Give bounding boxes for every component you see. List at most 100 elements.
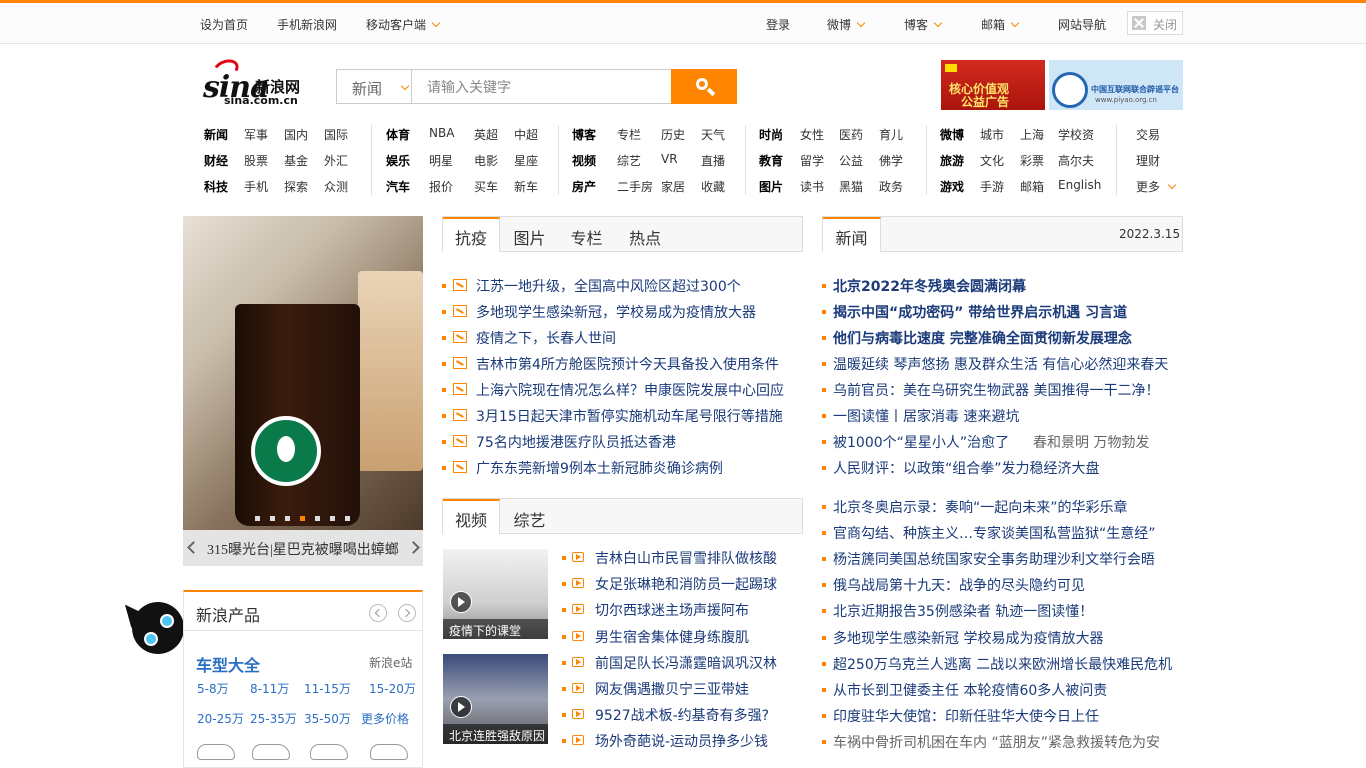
carousel-dot[interactable] — [285, 516, 290, 521]
mail-menu[interactable]: 邮箱 — [981, 16, 1020, 33]
news-link[interactable]: 北京冬奥启示录：奏响“一起向未来”的华彩乐章 — [833, 497, 1128, 517]
nav-link[interactable]: 学校资 — [1058, 126, 1094, 143]
video-link[interactable]: 9527战术板-约基奇有多强? — [595, 705, 769, 725]
nav-link[interactable]: 国内 — [284, 126, 308, 143]
nav-link[interactable]: 二手房 — [617, 178, 653, 195]
car-icon[interactable] — [310, 744, 348, 760]
nav-link[interactable]: 综艺 — [617, 152, 641, 169]
close-button[interactable]: 关闭 — [1127, 11, 1183, 35]
nav-link[interactable]: 新车 — [514, 178, 538, 195]
news-link[interactable]: 俄乌战局第十九天：战争的尽头隐约可见 — [833, 575, 1085, 595]
nav-link[interactable]: 汽车 — [386, 178, 410, 195]
nav-link[interactable]: 科技 — [204, 178, 228, 195]
nav-link[interactable]: 探索 — [284, 178, 308, 195]
car-icon[interactable] — [197, 744, 235, 760]
nav-link[interactable]: 邮箱 — [1020, 178, 1044, 195]
news-link-extra[interactable]: 春和景明 万物勃发 — [1033, 432, 1149, 452]
price-link[interactable]: 25-35万 — [250, 710, 297, 727]
news-link[interactable]: 印度驻华大使馆：印新任驻华大使今日上任 — [833, 706, 1099, 726]
nav-link[interactable]: 医药 — [839, 126, 863, 143]
news-link[interactable]: 江苏一地升级，全国高中风险区超过300个 — [476, 276, 741, 296]
tab-2[interactable]: 专栏 — [558, 217, 615, 252]
e-station-link[interactable]: 新浪e站 — [369, 654, 412, 671]
nav-link[interactable]: 英超 — [474, 126, 498, 143]
nav-link[interactable]: NBA — [429, 126, 454, 140]
news-link[interactable]: 人民财评：以政策“组合拳”发力稳经济大盘 — [833, 458, 1100, 478]
ad-core-values[interactable]: 核心价值观 公益广告 — [941, 60, 1045, 110]
nav-link[interactable]: 房产 — [572, 178, 596, 195]
car-icon[interactable] — [252, 744, 290, 760]
carousel-image[interactable] — [183, 216, 423, 530]
news-link[interactable]: 3月15日起天津市暂停实施机动车尾号限行等措施 — [476, 406, 783, 426]
prev-button[interactable] — [369, 604, 387, 622]
tab-news[interactable]: 新闻 — [823, 217, 881, 252]
price-link[interactable]: 11-15万 — [304, 680, 351, 697]
news-link[interactable]: 上海六院现在情况怎么样？申康医院发展中心回应 — [476, 380, 784, 400]
nav-link[interactable]: 更多 — [1136, 178, 1160, 195]
video-link[interactable]: 场外奇葩说-运动员挣多少钱 — [595, 731, 768, 751]
nav-link[interactable]: 微博 — [940, 126, 964, 143]
nav-link[interactable]: 高尔夫 — [1058, 152, 1094, 169]
nav-link[interactable]: 视频 — [572, 152, 596, 169]
nav-link[interactable]: 直播 — [701, 152, 725, 169]
price-link[interactable]: 8-11万 — [250, 680, 289, 697]
news-link[interactable]: 一图读懂丨居家消毒 速来避坑 — [833, 406, 1019, 426]
news-link[interactable]: 官商勾结、种族主义…专家谈美国私营监狱“生意经” — [833, 523, 1156, 543]
mobile-client-menu[interactable]: 移动客户端 — [366, 16, 441, 33]
blog-menu[interactable]: 博客 — [904, 16, 943, 33]
car-models-title[interactable]: 车型大全 — [196, 652, 260, 676]
nav-link[interactable]: 手机 — [244, 178, 268, 195]
nav-link[interactable]: 留学 — [800, 152, 824, 169]
nav-link[interactable]: 文化 — [980, 152, 1004, 169]
carousel-dot[interactable] — [255, 516, 260, 521]
nav-link[interactable]: 读书 — [800, 178, 824, 195]
nav-link[interactable]: 黑猫 — [839, 178, 863, 195]
video-link[interactable]: 切尔西球迷主场声援阿布 — [595, 600, 749, 620]
nav-link[interactable]: 众测 — [324, 178, 348, 195]
news-link[interactable]: 超250万乌克兰人逃离 二战以来欧洲增长最快难民危机 — [833, 654, 1172, 674]
next-arrow-icon[interactable] — [407, 541, 420, 554]
news-link[interactable]: 广东东莞新增9例本土新冠肺炎确诊病例 — [476, 458, 723, 478]
login-link[interactable]: 登录 — [766, 16, 790, 33]
price-link[interactable]: 5-8万 — [197, 680, 229, 697]
news-link[interactable]: 被1000个“星星小人”治愈了 — [833, 432, 1009, 452]
nav-link[interactable]: 军事 — [244, 126, 268, 143]
nav-link[interactable]: English — [1058, 178, 1101, 192]
headline-link[interactable]: 揭示中国“成功密码” 带给世界启示机遇 习言道 — [833, 302, 1127, 322]
nav-link[interactable]: 博客 — [572, 126, 596, 143]
nav-link[interactable]: 游戏 — [940, 178, 964, 195]
carousel-dot[interactable] — [345, 516, 350, 521]
tab-1[interactable]: 图片 — [501, 217, 558, 252]
mobile-sina-link[interactable]: 手机新浪网 — [277, 16, 337, 33]
news-link[interactable]: 北京近期报告35例感染者 轨迹一图读懂！ — [833, 601, 1093, 621]
news-link[interactable]: 吉林市第4所方舱医院预计今天具备投入使用条件 — [476, 354, 779, 374]
news-link[interactable]: 75名内地援港医疗队员抵达香港 — [476, 432, 676, 452]
nav-link[interactable]: 外汇 — [324, 152, 348, 169]
ad-piyao[interactable]: 中国互联网联合辟谣平台 www.piyao.org.cn — [1049, 60, 1183, 110]
price-link[interactable]: 35-50万 — [304, 710, 351, 727]
headline-link[interactable]: 他们与病毒比速度 完整准确全面贯彻新发展理念 — [833, 328, 1132, 348]
nav-link[interactable]: 专栏 — [617, 126, 641, 143]
nav-link[interactable]: 女性 — [800, 126, 824, 143]
price-link[interactable]: 15-20万 — [369, 680, 416, 697]
news-link[interactable]: 乌前官员：美在乌研究生物武器 美国推得一干二净！ — [833, 380, 1159, 400]
video-link[interactable]: 女足张琳艳和消防员一起踢球 — [595, 574, 777, 594]
nav-link[interactable]: 娱乐 — [386, 152, 410, 169]
nav-link[interactable]: 政务 — [879, 178, 903, 195]
carousel-dot[interactable] — [330, 516, 335, 521]
search-input[interactable] — [413, 70, 671, 103]
news-link[interactable]: 杨洁篪同美国总统国家安全事务助理沙利文举行会晤 — [833, 549, 1155, 569]
nav-link[interactable]: 买车 — [474, 178, 498, 195]
nav-link[interactable]: VR — [661, 152, 678, 166]
nav-link[interactable]: 理财 — [1136, 152, 1160, 169]
nav-link[interactable]: 交易 — [1136, 126, 1160, 143]
news-link[interactable]: 温暖延续 琴声悠扬 惠及群众生活 有信心必然迎来春天 — [833, 354, 1168, 374]
tab-0[interactable]: 视频 — [443, 499, 500, 534]
news-link[interactable]: 疫情之下，长春人世间 — [476, 328, 616, 348]
nav-link[interactable]: 股票 — [244, 152, 268, 169]
photo-carousel[interactable]: 315曝光台|星巴克被曝喝出蟑螂 — [183, 216, 423, 566]
nav-link[interactable]: 育儿 — [879, 126, 903, 143]
nav-link[interactable]: 财经 — [204, 152, 228, 169]
car-icon[interactable] — [370, 744, 408, 760]
carousel-caption[interactable]: 315曝光台|星巴克被曝喝出蟑螂 — [207, 543, 399, 558]
